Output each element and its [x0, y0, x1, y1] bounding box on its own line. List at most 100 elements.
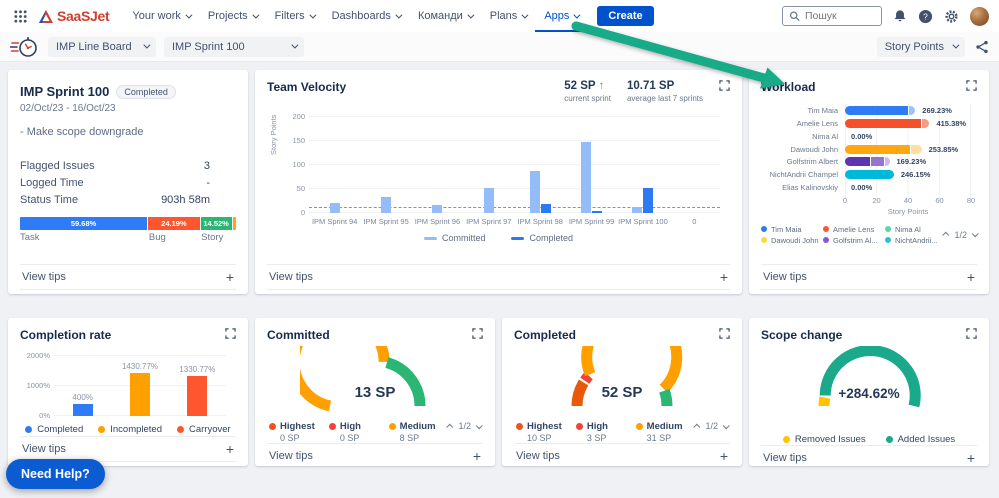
- legend-item-completed[interactable]: Completed: [25, 424, 83, 435]
- expand-icon[interactable]: [472, 328, 483, 339]
- issue-segment-story[interactable]: 14.52%: [201, 217, 232, 230]
- legend-item[interactable]: Golfstrim Al...: [823, 236, 881, 245]
- notifications-bell-icon[interactable]: [893, 9, 907, 23]
- chevron-up-icon[interactable]: [943, 232, 950, 239]
- workload-bar-segment[interactable]: [922, 119, 930, 128]
- legend-item-high[interactable]: High3 SP: [576, 421, 636, 443]
- legend-item-completed[interactable]: Completed: [511, 233, 573, 243]
- expand-icon[interactable]: [966, 80, 977, 91]
- velocity-bar-committed[interactable]: [581, 142, 591, 213]
- view-tips-row[interactable]: View tips +: [761, 264, 977, 290]
- legend-item-highest[interactable]: Highest10 SP: [516, 421, 576, 443]
- nav-item-dashboards[interactable]: Dashboards: [323, 0, 409, 32]
- chevron-down-icon[interactable]: [723, 422, 730, 429]
- legend-item-medium[interactable]: Medium31 SP: [636, 421, 696, 443]
- legend-item[interactable]: Removed Issues: [783, 434, 866, 445]
- share-icon[interactable]: [975, 40, 989, 54]
- nav-item-apps[interactable]: Apps: [535, 0, 587, 32]
- workload-bar-segment[interactable]: [911, 145, 922, 154]
- plus-icon[interactable]: +: [967, 272, 975, 282]
- velocity-bar-committed[interactable]: [632, 207, 642, 213]
- plus-icon[interactable]: +: [967, 453, 975, 463]
- app-switcher-icon[interactable]: [10, 10, 31, 23]
- view-tips-row[interactable]: View tips +: [267, 443, 483, 466]
- nav-item-команди[interactable]: Команди: [409, 0, 481, 32]
- settings-gear-icon[interactable]: [944, 9, 959, 24]
- workload-bar-segment[interactable]: [845, 170, 894, 179]
- expand-icon[interactable]: [719, 80, 730, 91]
- velocity-bar-completed[interactable]: [643, 188, 653, 213]
- velocity-bar-completed[interactable]: [592, 211, 602, 213]
- velocity-bar-committed[interactable]: [530, 171, 540, 213]
- unit-selector-dropdown[interactable]: Story Points: [877, 37, 965, 57]
- need-help-button[interactable]: Need Help?: [6, 459, 105, 489]
- velocity-bar-completed[interactable]: [541, 204, 551, 213]
- plus-icon[interactable]: +: [226, 272, 234, 282]
- chevron-down-icon[interactable]: [972, 231, 979, 238]
- velocity-bar-committed[interactable]: [381, 197, 391, 213]
- sprint-selector-dropdown[interactable]: IMP Sprint 100: [164, 37, 304, 57]
- completion-bar-incompleted[interactable]: [130, 373, 150, 416]
- legend-item-carryover[interactable]: Carryover: [177, 424, 231, 435]
- view-tips-row[interactable]: View tips +: [267, 264, 730, 290]
- legend-item[interactable]: Amelie Lens: [823, 225, 881, 234]
- workload-bar-segment[interactable]: [871, 157, 884, 166]
- legend-label: Incompleted: [110, 424, 162, 435]
- user-avatar[interactable]: [970, 7, 989, 26]
- nav-item-projects[interactable]: Projects: [199, 0, 266, 32]
- nav-item-filters[interactable]: Filters: [266, 0, 323, 32]
- search-input[interactable]: [805, 10, 875, 22]
- help-icon[interactable]: ?: [918, 9, 933, 24]
- plus-icon[interactable]: +: [473, 451, 481, 461]
- workload-bar-segment[interactable]: [885, 157, 890, 166]
- view-tips-row[interactable]: View tips +: [514, 443, 730, 466]
- legend-item-highest[interactable]: Highest0 SP: [269, 421, 329, 443]
- legend-marker: [424, 237, 437, 240]
- legend-item[interactable]: Nima Al: [885, 225, 943, 234]
- velocity-bar-committed[interactable]: [432, 205, 442, 213]
- nav-item-plans[interactable]: Plans: [481, 0, 536, 32]
- issue-segment-task[interactable]: 59.68%: [20, 217, 147, 230]
- velocity-bar-committed[interactable]: [484, 188, 494, 213]
- plus-icon[interactable]: +: [226, 444, 234, 454]
- completion-bar-completed[interactable]: [73, 404, 93, 416]
- legend-item[interactable]: Tim Maia: [761, 225, 819, 234]
- gauge-segment[interactable]: [585, 376, 589, 381]
- expand-icon[interactable]: [225, 328, 236, 339]
- workload-bar-segment[interactable]: [845, 145, 910, 154]
- legend-item-high[interactable]: High0 SP: [329, 421, 389, 443]
- workload-bar-segment[interactable]: [909, 106, 915, 115]
- completion-bar-carryover[interactable]: [187, 376, 207, 416]
- legend-item-committed[interactable]: Committed: [424, 233, 486, 243]
- legend-label: Medium: [400, 421, 436, 432]
- nav-item-your-work[interactable]: Your work: [123, 0, 199, 32]
- expand-icon[interactable]: [719, 328, 730, 339]
- workload-bar-segment[interactable]: [845, 157, 870, 166]
- expand-icon[interactable]: [966, 328, 977, 339]
- legend-item[interactable]: Added Issues: [886, 434, 956, 445]
- gauge-segment[interactable]: [587, 346, 677, 389]
- saasjet-logo[interactable]: SaaSJet: [39, 8, 109, 24]
- board-selector-dropdown[interactable]: IMP Line Board: [48, 37, 156, 57]
- chevron-down-icon[interactable]: [476, 422, 483, 429]
- velocity-bar-committed[interactable]: [330, 203, 340, 213]
- workload-value-label: 246.15%: [901, 170, 931, 179]
- legend-item[interactable]: NichtAndrii...: [885, 236, 943, 245]
- chevron-up-icon[interactable]: [694, 423, 701, 430]
- issue-segment-other[interactable]: [233, 217, 236, 230]
- legend-item-incompleted[interactable]: Incompleted: [98, 424, 162, 435]
- legend-item-medium[interactable]: Medium8 SP: [389, 421, 449, 443]
- search-box[interactable]: [782, 6, 882, 26]
- chevron-up-icon[interactable]: [447, 423, 454, 430]
- issue-segment-bug[interactable]: 24.19%: [148, 217, 200, 230]
- plus-icon[interactable]: +: [720, 451, 728, 461]
- workload-bar-segment[interactable]: [845, 119, 921, 128]
- workload-bar-segment[interactable]: [845, 106, 908, 115]
- workload-value-label: 269.23%: [922, 106, 952, 115]
- legend-item[interactable]: Dawoudi John: [761, 236, 819, 245]
- view-tips-row[interactable]: View tips +: [761, 445, 977, 466]
- legend-label: Highest: [280, 421, 315, 432]
- plus-icon[interactable]: +: [720, 272, 728, 282]
- create-button[interactable]: Create: [597, 6, 653, 26]
- view-tips-row[interactable]: View tips +: [20, 264, 236, 290]
